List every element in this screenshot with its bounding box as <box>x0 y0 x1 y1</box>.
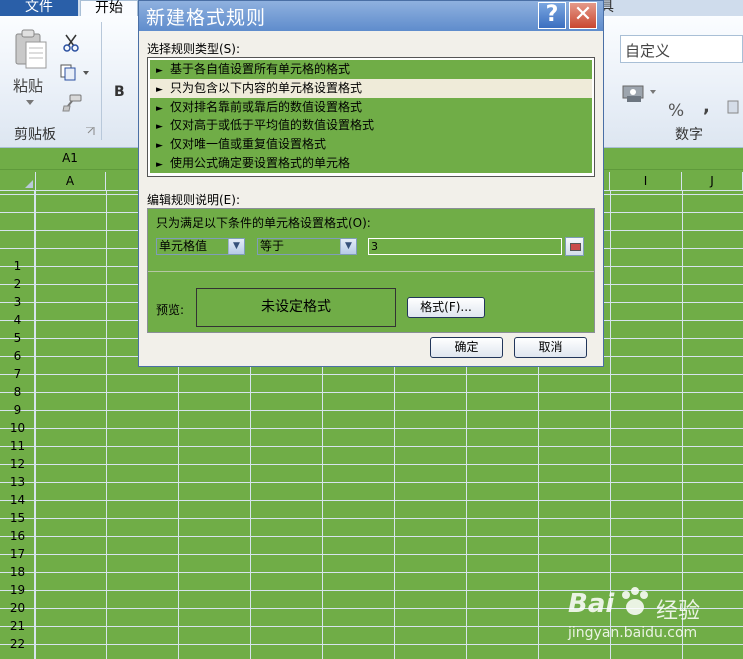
baidu-watermark: Bai 经验 jingyan.baidu.com <box>520 575 740 655</box>
rule-type-item[interactable]: ► 仅对唯一值或重复值设置格式 <box>150 135 592 154</box>
row-header[interactable]: 8 <box>0 383 35 401</box>
percent-button[interactable]: % <box>668 101 684 121</box>
close-button[interactable]: ✕ <box>569 2 597 29</box>
row-header[interactable]: 14 <box>0 491 35 509</box>
select-all-corner[interactable] <box>0 172 36 190</box>
ok-button[interactable]: 确定 <box>430 337 503 358</box>
rule-type-item[interactable]: ► 基于各自值设置所有单元格的格式 <box>150 60 592 79</box>
row-header[interactable]: 7 <box>0 365 35 383</box>
panel-divider <box>148 271 594 272</box>
rule-type-label-text: 仅对唯一值或重复值设置格式 <box>170 137 327 152</box>
row-header[interactable]: 5 <box>0 329 35 347</box>
name-box[interactable]: A1 <box>0 148 140 169</box>
tab-file[interactable]: 文件 <box>0 0 78 16</box>
arrow-icon: ► <box>156 66 163 76</box>
row-header[interactable]: 12 <box>0 455 35 473</box>
paste-label[interactable]: 粘贴 <box>13 75 43 96</box>
row-headers: 1 2 3 4 5 6 7 8 9 10 11 12 13 14 15 16 1… <box>0 191 36 659</box>
bold-button[interactable]: B <box>114 84 125 100</box>
tab-home[interactable]: 开始 <box>80 0 138 16</box>
operator-combo[interactable]: 等于 ▼ <box>257 238 357 255</box>
row-header[interactable]: 6 <box>0 347 35 365</box>
rule-type-item[interactable]: ► 仅对排名靠前或靠后的数值设置格式 <box>150 97 592 117</box>
row-header[interactable]: 19 <box>0 581 35 599</box>
new-format-rule-dialog: 新建格式规则 ? ✕ 选择规则类型(S): ► 基于各自值设置所有单元格的格式 ►… <box>138 0 604 367</box>
row-header[interactable]: 18 <box>0 563 35 581</box>
copy-icon[interactable] <box>60 64 90 82</box>
rule-type-label-text: 仅对排名靠前或靠后的数值设置格式 <box>170 99 363 114</box>
number-format-value: 自定义 <box>625 42 671 60</box>
row-header[interactable]: 2 <box>0 275 35 293</box>
row-header[interactable]: 9 <box>0 401 35 419</box>
row-header[interactable]: 4 <box>0 311 35 329</box>
rule-type-item-selected[interactable]: ► 只为包含以下内容的单元格设置格式 <box>150 78 592 98</box>
clipboard-group-label: 剪贴板 <box>14 127 56 143</box>
paste-dropdown-icon[interactable] <box>26 100 34 106</box>
rule-type-label-text: 仅对高于或低于平均值的数值设置格式 <box>170 118 375 133</box>
rule-type-label: 选择规则类型(S): <box>147 42 241 56</box>
rule-type-label-text: 使用公式确定要设置格式的单元格 <box>170 155 351 170</box>
operator-combo-value: 等于 <box>260 239 285 253</box>
paw-icon <box>622 587 648 615</box>
rule-description-panel: 只为满足以下条件的单元格设置格式(O): 单元格值 ▼ 等于 ▼ 3 预览: 未… <box>147 208 595 333</box>
row-header[interactable]: 10 <box>0 419 35 437</box>
rule-type-list: ► 基于各自值设置所有单元格的格式 ► 只为包含以下内容的单元格设置格式 ► 仅对排名… <box>147 57 595 177</box>
arrow-icon: ► <box>156 103 163 114</box>
help-button[interactable]: ? <box>538 2 566 29</box>
dialog-title-bar[interactable]: 新建格式规则 ? ✕ <box>139 1 603 31</box>
chevron-down-icon[interactable]: ▼ <box>340 239 356 254</box>
watermark-brand2: 经验 <box>656 599 701 624</box>
arrow-icon: ► <box>156 159 163 170</box>
row-header[interactable]: 17 <box>0 545 35 563</box>
row-header[interactable]: 22 <box>0 635 35 653</box>
number-format-combo[interactable]: 自定义 <box>620 35 743 63</box>
paste-icon[interactable] <box>12 28 50 72</box>
number-group-label: 数字 <box>675 127 703 143</box>
format-button[interactable]: 格式(F)... <box>407 297 485 318</box>
arrow-icon: ► <box>156 122 163 133</box>
condition-label: 只为满足以下条件的单元格设置格式(O): <box>156 216 371 230</box>
ribbon-divider <box>101 22 102 140</box>
row-header[interactable]: 1 <box>0 257 35 275</box>
field-combo-value: 单元格值 <box>159 239 208 253</box>
cut-icon[interactable] <box>63 33 79 53</box>
row-header[interactable]: 15 <box>0 509 35 527</box>
currency-icon[interactable] <box>622 82 658 104</box>
range-select-icon[interactable] <box>565 237 584 256</box>
watermark-brand: Bai <box>568 589 615 619</box>
row-header[interactable]: 21 <box>0 617 35 635</box>
row-header[interactable]: 13 <box>0 473 35 491</box>
comma-button[interactable]: , <box>703 96 710 117</box>
chevron-down-icon[interactable]: ▼ <box>228 239 244 254</box>
field-combo[interactable]: 单元格值 ▼ <box>156 238 245 255</box>
increase-decimal-icon[interactable] <box>726 99 740 115</box>
arrow-icon: ► <box>156 141 163 152</box>
rule-type-item[interactable]: ► 仅对高于或低于平均值的数值设置格式 <box>150 116 592 136</box>
row-header[interactable]: 11 <box>0 437 35 455</box>
cancel-button[interactable]: 取消 <box>514 337 587 358</box>
row-header[interactable]: 3 <box>0 293 35 311</box>
dialog-title: 新建格式规则 <box>146 7 267 29</box>
format-painter-icon[interactable] <box>62 94 82 112</box>
column-header-j[interactable]: J <box>682 172 743 190</box>
preview-box: 未设定格式 <box>196 288 396 327</box>
rule-type-item[interactable]: ► 使用公式确定要设置格式的单元格 <box>150 153 592 173</box>
rule-type-label-text: 只为包含以下内容的单元格设置格式 <box>170 80 363 95</box>
row-header[interactable]: 20 <box>0 599 35 617</box>
dialog-launcher-icon[interactable] <box>86 127 95 136</box>
column-header-a[interactable]: A <box>35 172 106 190</box>
arrow-icon: ► <box>156 84 163 95</box>
preview-label: 预览: <box>156 303 185 317</box>
column-header-i[interactable]: I <box>610 172 682 190</box>
edit-rule-label: 编辑规则说明(E): <box>147 193 240 207</box>
rule-type-label-text: 基于各自值设置所有单元格的格式 <box>170 62 351 76</box>
condition-value-input[interactable]: 3 <box>368 238 562 255</box>
watermark-url: jingyan.baidu.com <box>568 625 698 641</box>
row-header[interactable]: 16 <box>0 527 35 545</box>
